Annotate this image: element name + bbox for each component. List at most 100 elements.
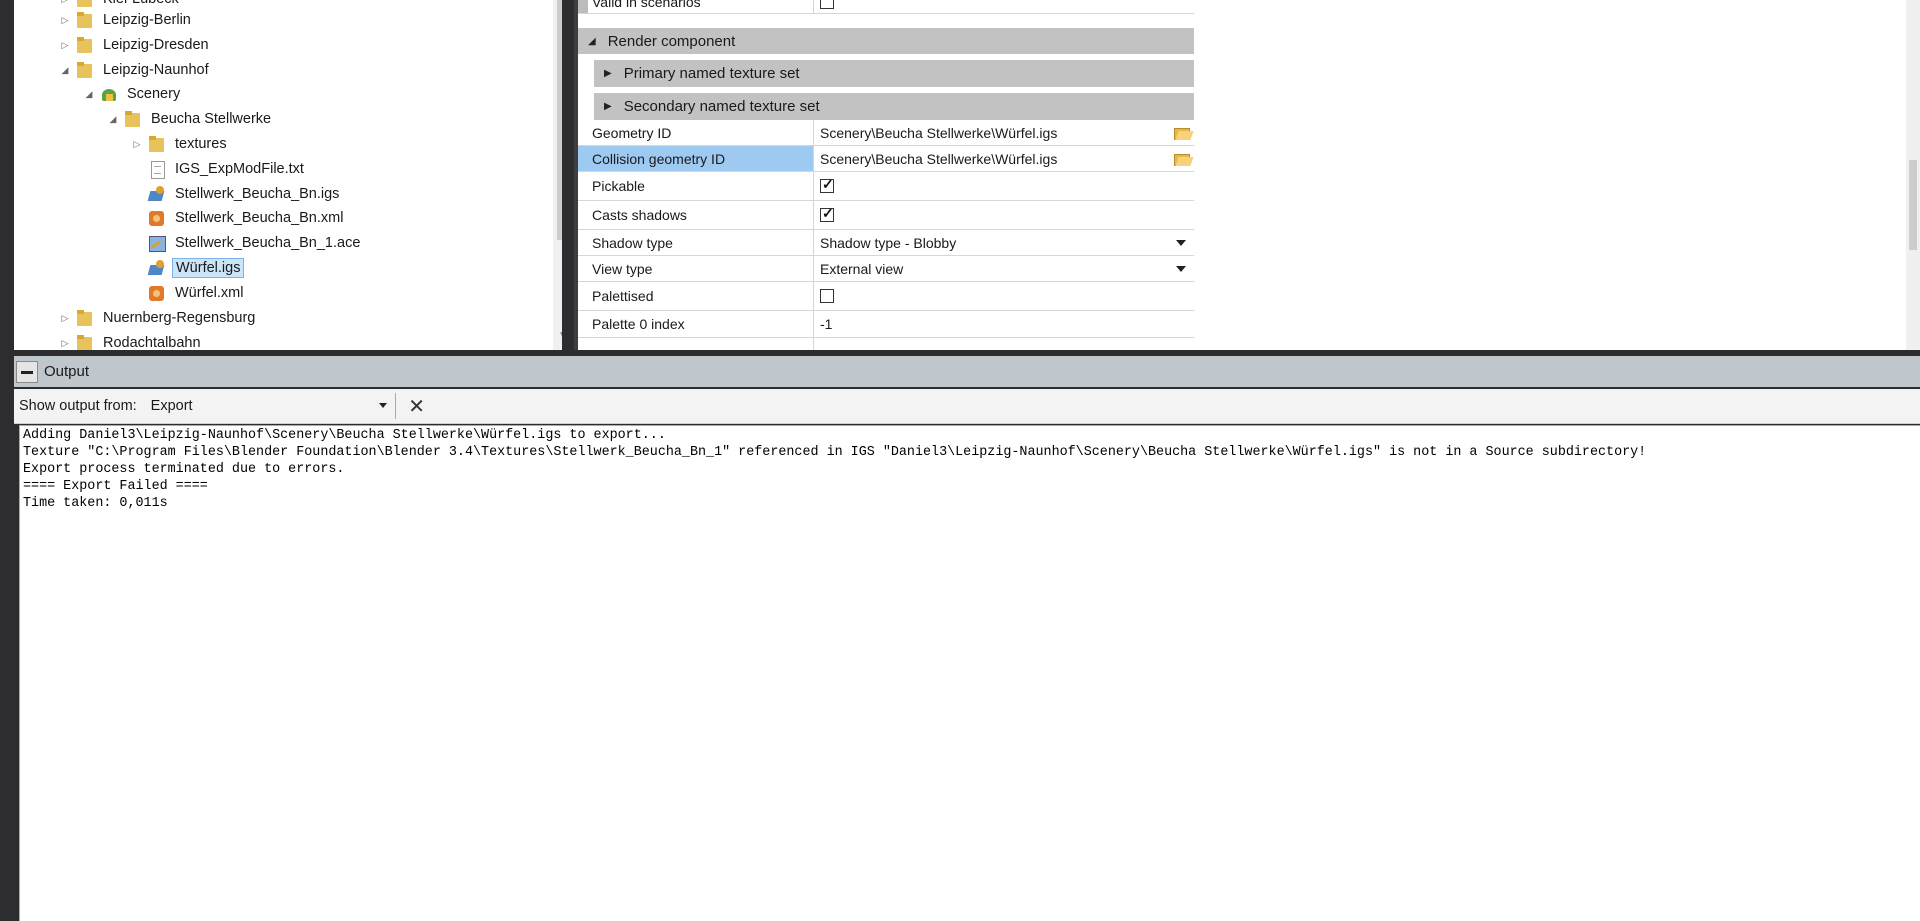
tree-item-scenery[interactable]: ◢ Scenery bbox=[82, 83, 183, 105]
palette-0-index-value[interactable]: -1 bbox=[820, 316, 832, 332]
output-panel-header: Output bbox=[14, 356, 1920, 387]
valid-in-scenarios-checkbox[interactable] bbox=[820, 0, 834, 9]
collapse-panel-button[interactable] bbox=[16, 360, 38, 383]
expand-arrow-icon: ▶ bbox=[604, 101, 612, 112]
expand-arrow-icon[interactable]: ▷ bbox=[58, 307, 72, 329]
tree-item-label: Beucha Stellwerke bbox=[151, 111, 272, 127]
property-name: Geometry ID bbox=[578, 120, 814, 145]
tree-item-stellwerk-igs[interactable]: Stellwerk_Beucha_Bn.igs bbox=[130, 183, 342, 205]
property-row-palette-0-index: Palette 0 index -1 bbox=[578, 311, 1194, 338]
section-secondary-texture-set[interactable]: ▶ Secondary named texture set bbox=[594, 93, 1194, 120]
folder-icon bbox=[76, 309, 94, 327]
xml-file-icon bbox=[148, 284, 166, 302]
tree-item-label: Stellwerk_Beucha_Bn.igs bbox=[175, 186, 340, 202]
properties-empty-area bbox=[1194, 0, 1920, 350]
tree-item-nuernberg-regensburg[interactable]: ▷ Nuernberg-Regensburg bbox=[58, 307, 258, 329]
tree-item-wuerfel-xml[interactable]: Würfel.xml bbox=[130, 282, 246, 304]
property-name: Collision geometry ID bbox=[578, 146, 814, 171]
pickable-checkbox[interactable] bbox=[820, 176, 834, 193]
tree-item-label: Scenery bbox=[127, 86, 181, 102]
property-row-valid-in-scenarios: Valid in scenarios bbox=[578, 0, 1194, 14]
tree-item-label: Rodachtalbahn bbox=[103, 335, 201, 350]
output-source-dropdown[interactable]: Export bbox=[143, 393, 396, 419]
property-name: Shadow type bbox=[578, 230, 814, 255]
property-name: Palette 0 index bbox=[578, 311, 814, 337]
dropdown-arrow-icon[interactable] bbox=[378, 403, 387, 408]
tree-item-leipzig-naunhof[interactable]: ◢ Leipzig-Naunhof bbox=[58, 59, 212, 81]
folder-icon bbox=[76, 61, 94, 79]
expand-arrow-icon: ▶ bbox=[604, 68, 612, 79]
tree-item-rodachtalbahn[interactable]: ▷ Rodachtalbahn bbox=[58, 332, 204, 350]
section-title: Secondary named texture set bbox=[623, 98, 820, 115]
shadow-type-dropdown[interactable]: Shadow type - Blobby bbox=[814, 230, 1194, 255]
tree-item-igs-expmodfile[interactable]: IGS_ExpModFile.txt bbox=[130, 158, 307, 180]
expand-arrow-icon[interactable]: ▷ bbox=[58, 34, 72, 56]
property-row-pickable: Pickable bbox=[578, 172, 1194, 201]
property-row-shadow-type: Shadow type Shadow type - Blobby bbox=[578, 230, 1194, 256]
tree-scrollbar[interactable]: ▼ bbox=[553, 0, 562, 350]
open-folder-icon[interactable] bbox=[1174, 151, 1192, 166]
output-source-value: Export bbox=[150, 398, 193, 414]
tree-item-textures[interactable]: ▷ textures bbox=[130, 133, 230, 155]
expand-arrow-icon[interactable]: ▷ bbox=[58, 332, 72, 350]
property-row-casts-shadows: Casts shadows bbox=[578, 201, 1194, 230]
tree-item-label: Stellwerk_Beucha_Bn.xml bbox=[175, 210, 344, 226]
view-type-dropdown[interactable]: External view bbox=[814, 256, 1194, 281]
tree-item-label: textures bbox=[175, 136, 227, 152]
tree-item-label: Stellwerk_Beucha_Bn_1.ace bbox=[175, 235, 361, 251]
clear-output-button[interactable]: ✕ bbox=[406, 394, 428, 419]
text-file-icon bbox=[148, 160, 166, 179]
casts-shadows-checkbox[interactable] bbox=[820, 205, 834, 222]
folder-icon bbox=[124, 110, 142, 128]
folder-icon bbox=[76, 334, 94, 350]
tree-item-leipzig-berlin[interactable]: ▷ Leipzig-Berlin bbox=[58, 9, 194, 31]
tree-item-label: IGS_ExpModFile.txt bbox=[175, 161, 304, 177]
tree-item-stellwerk-xml[interactable]: Stellwerk_Beucha_Bn.xml bbox=[130, 207, 346, 229]
collapse-arrow-icon[interactable]: ◢ bbox=[106, 108, 120, 130]
scenery-icon bbox=[100, 85, 118, 103]
tree-item-label: Leipzig-Dresden bbox=[103, 37, 209, 53]
content-explorer-tree[interactable]: ▷ Kiel-Lübeck ▷ Leipzig-Berlin ▷ Leipzig… bbox=[14, 0, 562, 350]
ace-file-icon bbox=[148, 234, 166, 252]
expand-arrow-icon[interactable]: ▷ bbox=[58, 9, 72, 31]
section-title: Render component bbox=[607, 32, 736, 50]
property-row-palettised: Palettised bbox=[578, 282, 1194, 311]
scrollbar-thumb[interactable] bbox=[557, 0, 562, 240]
open-folder-icon[interactable] bbox=[1174, 125, 1192, 140]
output-panel-title: Output bbox=[44, 363, 90, 380]
property-row-collision-geometry-id: Collision geometry ID Scenery\Beucha Ste… bbox=[578, 146, 1194, 172]
tree-item-label: Leipzig-Naunhof bbox=[103, 62, 209, 78]
section-render-component[interactable]: ◢ Render component bbox=[578, 28, 1194, 54]
igs-file-icon bbox=[148, 259, 166, 277]
output-toolbar: Show output from: Export ✕ bbox=[14, 389, 1920, 424]
collapse-arrow-icon[interactable]: ◢ bbox=[82, 83, 96, 105]
folder-icon bbox=[76, 11, 94, 29]
tree-item-beucha-stellwerke[interactable]: ◢ Beucha Stellwerke bbox=[106, 108, 274, 130]
tree-item-stellwerk-ace[interactable]: Stellwerk_Beucha_Bn_1.ace bbox=[130, 232, 363, 254]
scroll-down-arrow-icon[interactable]: ▼ bbox=[558, 330, 562, 341]
output-log-text[interactable]: Adding Daniel3\Leipzig-Naunhof\Scenery\B… bbox=[19, 425, 1920, 921]
tree-item-wuerfel-igs[interactable]: Würfel.igs bbox=[130, 257, 245, 279]
scrollbar-thumb[interactable] bbox=[1909, 160, 1917, 250]
dropdown-arrow-icon[interactable] bbox=[1176, 265, 1186, 272]
tree-item-label: Würfel.xml bbox=[175, 285, 244, 301]
section-title: Primary named texture set bbox=[623, 65, 800, 82]
section-primary-texture-set[interactable]: ▶ Primary named texture set bbox=[594, 60, 1194, 87]
collapse-arrow-icon[interactable]: ◢ bbox=[58, 59, 72, 81]
properties-scrollbar[interactable] bbox=[1906, 0, 1920, 350]
geometry-id-value[interactable]: Scenery\Beucha Stellwerke\Würfel.igs bbox=[820, 125, 1057, 141]
folder-icon bbox=[148, 135, 166, 153]
tree-item-leipzig-dresden[interactable]: ▷ Leipzig-Dresden bbox=[58, 34, 212, 56]
property-row-view-type: View type External view bbox=[578, 256, 1194, 282]
tree-item-label: Leipzig-Berlin bbox=[103, 12, 191, 28]
folder-icon bbox=[76, 0, 94, 8]
palettised-checkbox[interactable] bbox=[820, 289, 834, 303]
property-name: View type bbox=[578, 256, 814, 281]
collision-geometry-id-value[interactable]: Scenery\Beucha Stellwerke\Würfel.igs bbox=[820, 151, 1057, 167]
xml-file-icon bbox=[148, 209, 166, 227]
dropdown-arrow-icon[interactable] bbox=[1176, 239, 1186, 246]
shadow-type-value: Shadow type - Blobby bbox=[820, 234, 957, 251]
property-row-partial bbox=[578, 338, 1194, 350]
expand-arrow-icon[interactable]: ▷ bbox=[130, 133, 144, 155]
tree-item-label: Würfel.igs bbox=[172, 258, 245, 278]
